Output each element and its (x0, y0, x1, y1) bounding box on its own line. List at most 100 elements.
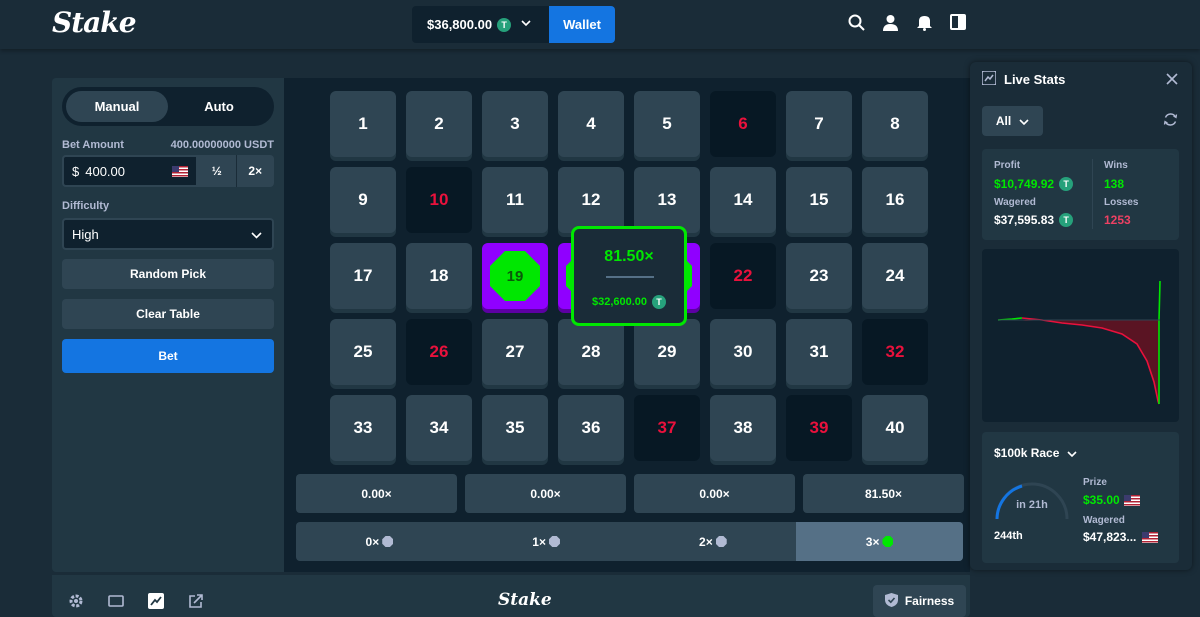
bet-amount-crypto: 400.00000000 USDT (170, 139, 274, 151)
notification-bell-icon[interactable] (916, 14, 934, 32)
search-icon[interactable] (848, 14, 866, 32)
double-bet-button[interactable]: 2× (237, 155, 275, 187)
difficulty-select[interactable]: High (62, 218, 274, 250)
keno-tile-number: 35 (505, 418, 525, 437)
keno-tile[interactable]: 29 (634, 319, 700, 385)
random-pick-button[interactable]: Random Pick (62, 259, 274, 289)
fairness-button[interactable]: Fairness (873, 585, 966, 617)
keno-tile[interactable]: 23 (786, 243, 852, 309)
keno-tile[interactable]: 37 (634, 395, 700, 461)
live-stats-header[interactable]: Live Stats (981, 70, 1065, 88)
keno-tile[interactable]: 8 (862, 91, 928, 157)
keno-tile[interactable]: 35 (482, 395, 548, 461)
keno-tile[interactable]: 19 (482, 243, 548, 309)
keno-tile[interactable]: 7 (786, 91, 852, 157)
win-popup-divider (606, 276, 654, 278)
keno-tile[interactable]: 39 (786, 395, 852, 461)
win-amount-row: $32,600.00 T (574, 295, 684, 309)
keno-tile-number: 29 (657, 342, 677, 361)
gem-icon (715, 536, 727, 547)
keno-tile[interactable]: 5 (634, 91, 700, 157)
keno-tile[interactable]: 24 (862, 243, 928, 309)
keno-tile-number: 32 (885, 342, 905, 361)
keno-tile[interactable]: 18 (406, 243, 472, 309)
keno-tile-number: 36 (581, 418, 601, 437)
prize-value: $35.00 (1083, 493, 1120, 507)
keno-tile-number: 2 (434, 114, 444, 133)
keno-tile-number: 4 (586, 114, 596, 133)
keno-tile[interactable]: 11 (482, 167, 548, 233)
refresh-icon[interactable] (1163, 112, 1178, 132)
keno-tile[interactable]: 40 (862, 395, 928, 461)
keno-tile[interactable]: 33 (330, 395, 396, 461)
keno-tile[interactable]: 26 (406, 319, 472, 385)
theatre-mode-icon[interactable] (108, 593, 124, 609)
keno-tile-number: 28 (581, 342, 601, 361)
close-icon[interactable] (1166, 72, 1178, 90)
tab-manual[interactable]: Manual (66, 91, 168, 122)
keno-tile-number: 23 (809, 266, 829, 285)
mode-tabs: Manual Auto (62, 87, 274, 126)
stake-footer-logo: Stake (498, 590, 552, 610)
keno-tile-number: 17 (353, 266, 373, 285)
keno-tile[interactable]: 13 (634, 167, 700, 233)
keno-tile[interactable]: 34 (406, 395, 472, 461)
wins-value: 138 (1104, 177, 1125, 191)
wallet-button[interactable]: Wallet (549, 6, 615, 43)
keno-tile[interactable]: 9 (330, 167, 396, 233)
keno-tile[interactable]: 36 (558, 395, 624, 461)
stats-summary: Profit $10,749.92 T Wagered $37,595.83 T… (982, 149, 1179, 240)
payout-cell: 0.00× (296, 474, 457, 513)
user-icon[interactable] (882, 14, 900, 32)
keno-tile[interactable]: 22 (710, 243, 776, 309)
tab-auto[interactable]: Auto (168, 91, 270, 122)
bet-amount-field[interactable]: $ 400.00 (62, 155, 198, 187)
balance-value: $36,800.00 (427, 17, 493, 32)
sidebar-toggle-icon[interactable] (950, 14, 968, 32)
keno-tile[interactable]: 10 (406, 167, 472, 233)
stake-logo[interactable]: Stake (52, 6, 137, 39)
keno-tile[interactable]: 12 (558, 167, 624, 233)
keno-tile[interactable]: 14 (710, 167, 776, 233)
keno-tile[interactable]: 17 (330, 243, 396, 309)
hit-cell: 1× (463, 522, 630, 561)
race-wagered-label: Wagered (1083, 515, 1125, 526)
clear-table-button[interactable]: Clear Table (62, 299, 274, 329)
keno-tile[interactable]: 15 (786, 167, 852, 233)
keno-tile[interactable]: 16 (862, 167, 928, 233)
stats-filter-dropdown[interactable]: All (982, 106, 1043, 136)
profit-label: Profit (994, 160, 1021, 171)
live-stats-icon[interactable] (148, 593, 164, 609)
keno-tile-number: 18 (429, 266, 449, 285)
keno-tile[interactable]: 38 (710, 395, 776, 461)
balance-selector[interactable]: $36,800.00 T (412, 6, 549, 43)
bet-amount-label-row: Bet Amount 400.00000000 USDT (62, 139, 274, 151)
settings-gear-icon[interactable] (68, 593, 84, 609)
difficulty-value: High (72, 226, 99, 242)
keno-tile-number: 8 (890, 114, 900, 133)
keno-tile[interactable]: 28 (558, 319, 624, 385)
us-flag-icon (1123, 494, 1140, 506)
bet-amount-value: 400.00 (85, 163, 125, 179)
keno-tile[interactable]: 30 (710, 319, 776, 385)
keno-tile[interactable]: 2 (406, 91, 472, 157)
gem-icon (382, 536, 394, 547)
half-bet-button[interactable]: ½ (198, 155, 237, 187)
keno-tile[interactable]: 1 (330, 91, 396, 157)
keno-tile-number: 5 (662, 114, 672, 133)
keno-tile[interactable]: 25 (330, 319, 396, 385)
keno-tile[interactable]: 6 (710, 91, 776, 157)
keno-tile[interactable]: 32 (862, 319, 928, 385)
keno-tile[interactable]: 27 (482, 319, 548, 385)
keno-tile-number: 24 (885, 266, 905, 285)
race-header[interactable]: $100k Race (994, 446, 1077, 460)
race-wagered-row: $47,823... (1083, 530, 1159, 544)
keno-tile[interactable]: 4 (558, 91, 624, 157)
keno-tile[interactable]: 3 (482, 91, 548, 157)
hit-label: 2× (699, 534, 713, 549)
us-flag-icon (172, 165, 188, 177)
bet-button[interactable]: Bet (62, 339, 274, 373)
keno-tile-number: 1 (358, 114, 368, 133)
popout-icon[interactable] (188, 593, 204, 609)
keno-tile[interactable]: 31 (786, 319, 852, 385)
